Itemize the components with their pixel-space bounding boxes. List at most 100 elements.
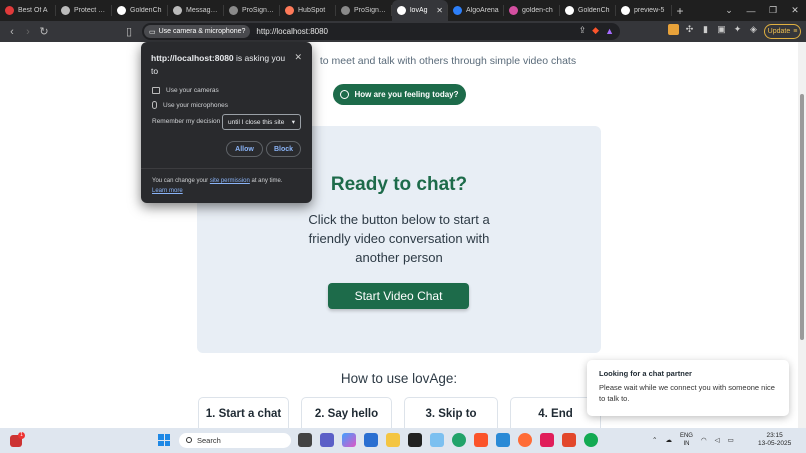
explorer-icon[interactable] [386, 433, 400, 447]
brave-shields-icon[interactable]: ◆ [592, 25, 599, 36]
wifi-icon[interactable]: ◠ [701, 436, 707, 444]
tab-8[interactable]: lovAg ✕ [392, 0, 448, 21]
site-permission-link[interactable]: site permission [210, 178, 250, 184]
terminal-icon[interactable] [408, 433, 422, 447]
tab-title: ProSign by [242, 7, 275, 14]
cloud-icon[interactable]: ☁ [665, 436, 672, 444]
brave-rewards-icon[interactable]: ▲ [605, 26, 614, 36]
taskbar-apps [298, 433, 598, 447]
tab-title: ProSign by [354, 7, 387, 14]
extension-icon[interactable] [668, 24, 679, 35]
tab-7[interactable]: ProSign by [336, 0, 392, 21]
browser-toolbar: ‹ › ↻ ▯ ▭ Use camera & microphone? http:… [0, 21, 806, 42]
copilot-icon[interactable] [342, 433, 356, 447]
tab-2[interactable]: Protect Ro [56, 0, 112, 21]
scrollbar-thumb[interactable] [800, 94, 804, 340]
bookmark-icon[interactable]: ▯ [121, 25, 137, 38]
tab-4[interactable]: Messaging [168, 0, 224, 21]
tab-favicon-icon [117, 6, 126, 15]
smile-icon [340, 90, 350, 99]
share-icon[interactable]: ⇪ [579, 25, 587, 36]
step-card-1: 1. Start a chat [198, 397, 289, 428]
new-tab-button[interactable]: + [672, 4, 688, 18]
tab-search-icon[interactable]: ⌄ [718, 5, 740, 16]
dropdown-arrow-icon: ▾ [291, 119, 295, 126]
microphone-permission-row: Use your microphones [152, 101, 228, 109]
start-video-chat-button[interactable]: Start Video Chat [328, 283, 469, 309]
allow-button[interactable]: Allow [226, 141, 263, 157]
slack-icon[interactable] [540, 433, 554, 447]
minimize-button[interactable]: — [740, 6, 762, 16]
back-button[interactable]: ‹ [4, 26, 20, 38]
leo-icon[interactable]: ✦ [732, 24, 743, 35]
tab-title: golden-ch [522, 7, 553, 14]
tab-12[interactable]: preview-5 [616, 0, 672, 21]
divider [141, 168, 312, 169]
tab-favicon-icon [509, 6, 518, 15]
remember-select[interactable]: until I close this site ▾ [222, 114, 301, 130]
status-toast: Looking for a chat partner Please wait w… [587, 360, 789, 416]
tab-favicon-icon [285, 6, 294, 15]
notification-app-icon[interactable]: 1 [10, 432, 25, 448]
clock[interactable]: 23:15 13-05-2025 [758, 432, 791, 448]
file-app-icon[interactable] [298, 433, 312, 447]
mood-button[interactable]: How are you feeling today? [333, 84, 466, 105]
tab-title: GoldenCh [578, 7, 610, 14]
close-icon[interactable]: ✕ [294, 52, 302, 63]
maximize-button[interactable]: ❐ [762, 5, 784, 16]
card-description: Click the button below to start a friend… [308, 212, 490, 265]
mongodb-icon[interactable] [584, 433, 598, 447]
permission-title: http://localhost:8080 is asking you to [151, 53, 286, 76]
chevron-up-icon[interactable]: ⌃ [652, 436, 657, 444]
learn-more-link[interactable]: Learn more [152, 188, 183, 194]
tab-11[interactable]: GoldenCh [560, 0, 616, 21]
close-tab-icon[interactable]: ✕ [436, 6, 443, 15]
vscode-icon[interactable] [496, 433, 510, 447]
tab-favicon-icon [453, 6, 462, 15]
tab-10[interactable]: golden-ch [504, 0, 560, 21]
tagline: to meet and talk with others through sim… [319, 55, 577, 67]
block-button[interactable]: Block [266, 141, 301, 157]
brave-beta-icon[interactable] [562, 433, 576, 447]
app-icon[interactable] [430, 433, 444, 447]
search-icon [186, 437, 192, 443]
language-indicator[interactable]: ENG IN [680, 432, 693, 448]
forward-button[interactable]: › [20, 26, 36, 38]
update-button[interactable]: Update ≡ [764, 24, 801, 39]
windows-start-icon[interactable] [158, 434, 170, 446]
vpn-icon[interactable]: ◈ [748, 24, 759, 35]
wallet-icon[interactable]: ▣ [716, 24, 727, 35]
battery-icon[interactable]: ▭ [728, 436, 734, 444]
tab-favicon-icon [397, 6, 406, 15]
postman-icon[interactable] [518, 433, 532, 447]
url-text[interactable]: http://localhost:8080 [256, 27, 328, 36]
menu-icon: ≡ [793, 28, 798, 35]
store-icon[interactable] [364, 433, 378, 447]
tab-title: AlgoArena [466, 7, 499, 14]
permission-chip[interactable]: ▭ Use camera & microphone? [144, 25, 251, 38]
speaker-icon[interactable]: ◁ [715, 436, 720, 444]
tab-title: GoldenCh [130, 7, 162, 14]
tab-5[interactable]: ProSign by [224, 0, 280, 21]
permission-dialog: http://localhost:8080 is asking you to ✕… [141, 42, 312, 203]
teams-icon[interactable] [320, 433, 334, 447]
tab-1[interactable]: Best Of A [0, 0, 56, 21]
address-bar[interactable]: ▭ Use camera & microphone? http://localh… [142, 23, 620, 40]
permission-footer: You can change your site permission at a… [152, 178, 283, 194]
sidebar-icon[interactable]: ▮ [700, 24, 711, 35]
brave-icon[interactable] [474, 433, 488, 447]
window-controls: ⌄ — ❐ ✕ [718, 0, 806, 21]
tab-9[interactable]: AlgoArena [448, 0, 504, 21]
tab-favicon-icon [61, 6, 70, 15]
page-scrollbar[interactable] [798, 42, 806, 428]
taskbar-search[interactable]: Search [179, 433, 291, 448]
step-card-2: 2. Say hello [301, 397, 392, 428]
reload-button[interactable]: ↻ [36, 25, 52, 38]
tab-3[interactable]: GoldenCh [112, 0, 168, 21]
edge-icon[interactable] [452, 433, 466, 447]
camera-permission-row: Use your cameras [152, 87, 219, 94]
tab-6[interactable]: HubSpot [280, 0, 336, 21]
tab-favicon-icon [621, 6, 630, 15]
puzzle-icon[interactable]: ✣ [684, 24, 695, 35]
close-window-button[interactable]: ✕ [784, 5, 806, 16]
